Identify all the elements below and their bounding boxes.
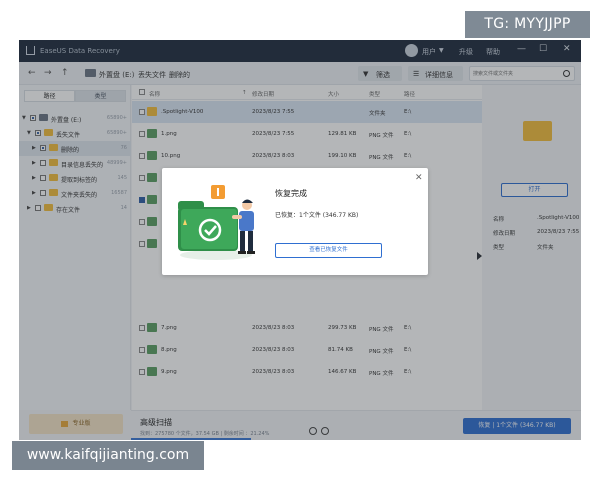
recovery-illustration bbox=[178, 185, 255, 260]
close-icon[interactable]: ✕ bbox=[415, 173, 423, 183]
recovery-complete-dialog: ✕ 恢复完成 已恢复：1个文件 (346.77 KB) 查看已恢复文件 bbox=[162, 168, 428, 275]
view-recovered-button[interactable]: 查看已恢复文件 bbox=[275, 243, 382, 258]
watermark-banner: www.kaifqijianting.com bbox=[12, 441, 204, 470]
recovered-summary: 已恢复：1个文件 (346.77 KB) bbox=[275, 212, 359, 219]
dialog-title: 恢复完成 bbox=[275, 189, 307, 198]
tg-tag: TG: MYYJJPP bbox=[465, 11, 590, 38]
screenshot-page: TG: MYYJJPP EaseUS Data Recovery 用户 ▼ 升级… bbox=[0, 0, 600, 480]
